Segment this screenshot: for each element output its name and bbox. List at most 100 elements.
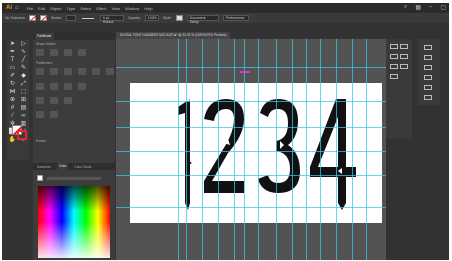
distribute-center-button[interactable] [50, 97, 58, 104]
tab-swatches[interactable]: Swatches [35, 165, 53, 169]
align-top-button[interactable] [78, 83, 86, 90]
paintbrush-tool-icon[interactable]: ✎ [18, 64, 29, 72]
line-tool-icon[interactable]: ╱ [18, 56, 29, 64]
guide-v-13[interactable] [352, 39, 353, 260]
guide-v-8[interactable] [276, 39, 277, 260]
intersect-button[interactable] [64, 49, 72, 56]
distribute-left-button[interactable] [36, 97, 44, 104]
minus-back-button[interactable] [106, 68, 114, 75]
properties-icon[interactable] [390, 44, 398, 49]
blend-tool-icon[interactable]: ∞ [18, 112, 29, 120]
distribute-spacing-horizontal-button[interactable] [50, 111, 58, 118]
arrange-icon[interactable]: ▦ [415, 4, 421, 11]
asset-export-icon[interactable] [400, 54, 408, 59]
stroke-weight-field[interactable] [65, 15, 76, 21]
mesh-tool-icon[interactable]: # [7, 104, 18, 112]
guide-h-3[interactable] [116, 127, 386, 128]
home-icon[interactable]: ⌂ [15, 5, 19, 11]
stroke-panel-icon[interactable] [424, 75, 432, 80]
guide-h-1[interactable] [116, 67, 386, 68]
search-icon[interactable]: ⌕ [404, 4, 407, 11]
guide-h-2[interactable] [116, 101, 386, 102]
divide-button[interactable] [36, 68, 44, 75]
document-setup-button[interactable]: Document Setup [186, 15, 219, 24]
rectangle-tool-icon[interactable]: ▭ [7, 64, 18, 72]
fill-stroke-widget[interactable] [12, 125, 28, 141]
exclude-button[interactable] [78, 49, 86, 56]
menu-edit[interactable]: Edit [38, 6, 45, 11]
trim-button[interactable] [50, 68, 58, 75]
guide-v-1[interactable] [178, 39, 179, 260]
color-fill-swatch[interactable] [37, 175, 43, 181]
menu-object[interactable]: Object [50, 6, 62, 11]
rotate-tool-icon[interactable]: ↻ [7, 80, 18, 88]
guide-v-9[interactable] [292, 39, 293, 260]
guide-v-14[interactable] [366, 39, 367, 260]
artboards-icon[interactable] [390, 64, 398, 69]
symbols-icon[interactable] [424, 55, 432, 60]
free-transform-tool-icon[interactable]: ⬚ [18, 88, 29, 96]
menu-window[interactable]: Window [125, 6, 139, 11]
distribute-spacing-vertical-button[interactable] [36, 111, 44, 118]
opacity-field[interactable]: 100% [144, 15, 159, 21]
tab-pathfinder[interactable]: Pathfinder [35, 33, 54, 40]
align-right-button[interactable] [64, 83, 72, 90]
curvature-tool-icon[interactable]: ∿ [18, 48, 29, 56]
document-tab[interactable]: DIGITAL FONT NUMBERS MOCKUP.ai* @ 33.33 … [116, 32, 231, 39]
links-icon[interactable] [400, 64, 408, 69]
style-swatch[interactable] [175, 15, 183, 21]
width-tool-icon[interactable]: ⋈ [7, 88, 18, 96]
artboard[interactable] [130, 83, 382, 223]
guide-v-3[interactable] [202, 39, 203, 260]
outline-button[interactable] [92, 68, 100, 75]
menu-help[interactable]: Help [144, 6, 152, 11]
menu-view[interactable]: View [112, 6, 121, 11]
distribute-right-button[interactable] [64, 97, 72, 104]
type-tool-icon[interactable]: T [7, 56, 18, 64]
stroke-swatch[interactable] [39, 15, 47, 21]
canvas-area[interactable] [116, 39, 386, 260]
menu-effect[interactable]: Effect [96, 6, 106, 11]
artwork-numbers[interactable] [130, 83, 382, 223]
guide-v-12[interactable] [336, 39, 337, 260]
eraser-tool-icon[interactable]: ◆ [18, 72, 29, 80]
minimize-icon[interactable]: – [429, 4, 432, 11]
perspective-grid-tool-icon[interactable]: ⊞ [18, 96, 29, 104]
menu-type[interactable]: Type [67, 6, 76, 11]
transform-icon[interactable] [390, 74, 398, 79]
merge-button[interactable] [64, 68, 72, 75]
guide-v-11[interactable] [320, 39, 321, 260]
crop-button[interactable] [78, 68, 86, 75]
gradient-panel-icon[interactable] [424, 85, 432, 90]
eyedropper-tool-icon[interactable]: ⁄ [7, 112, 18, 120]
shape-builder-tool-icon[interactable]: ⊕ [7, 96, 18, 104]
tab-color-guide[interactable]: Color Guide [72, 165, 93, 169]
shaper-tool-icon[interactable]: ✐ [7, 72, 18, 80]
minus-front-button[interactable] [50, 49, 58, 56]
variable-width-profile[interactable] [80, 17, 96, 19]
unite-button[interactable] [36, 49, 44, 56]
guide-h-4[interactable] [116, 151, 386, 152]
guide-v-4[interactable] [218, 39, 219, 260]
guide-h-5[interactable] [116, 175, 386, 176]
guide-v-10[interactable] [306, 39, 307, 260]
color-picker-field[interactable] [38, 186, 110, 258]
guide-v-5[interactable] [234, 39, 235, 260]
gradient-tool-icon[interactable]: ▤ [18, 104, 29, 112]
scale-tool-icon[interactable]: ⤢ [18, 80, 29, 88]
guide-h-6[interactable] [116, 207, 386, 208]
color-spectrum-bar[interactable] [47, 177, 101, 180]
maximize-icon[interactable]: ▢ [440, 4, 446, 11]
menu-file[interactable]: File [27, 6, 33, 11]
pen-tool-icon[interactable]: ✒ [7, 48, 18, 56]
transparency-panel-icon[interactable] [424, 95, 432, 100]
guide-v-2[interactable] [186, 39, 187, 260]
layers-icon[interactable] [400, 44, 408, 49]
preferences-button[interactable]: Preferences [222, 15, 249, 21]
align-center-button[interactable] [50, 83, 58, 90]
libraries-icon[interactable] [390, 54, 398, 59]
fill-swatch[interactable] [28, 15, 36, 21]
menu-select[interactable]: Select [80, 6, 91, 11]
stroke-indicator[interactable] [17, 130, 27, 140]
align-left-button[interactable] [36, 83, 44, 90]
